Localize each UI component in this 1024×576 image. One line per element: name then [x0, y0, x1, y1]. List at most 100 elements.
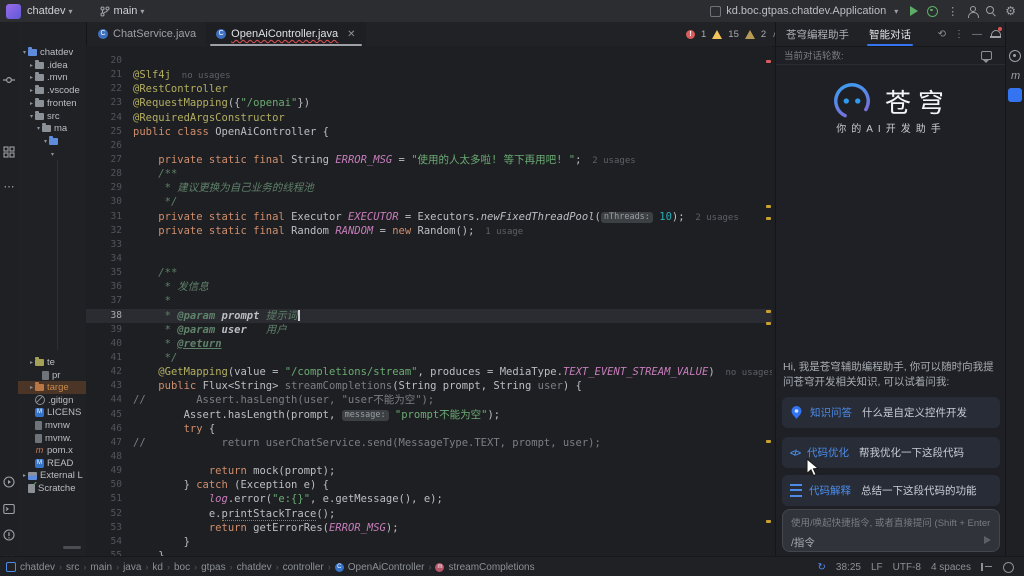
tree-chevron-icon[interactable]: ▸ [28, 384, 35, 391]
code-line-29[interactable]: 29 * 建议更换为自己业务的线程池 [86, 181, 772, 195]
breadcrumb-item[interactable]: main [90, 562, 112, 573]
breadcrumb-item[interactable]: chatdev [237, 562, 272, 573]
tree-chevron-icon[interactable]: ▸ [28, 62, 35, 69]
tree-chevron-icon[interactable]: ▾ [28, 113, 35, 120]
tree-item-scratche[interactable]: Scratche [18, 482, 86, 495]
code-line-30[interactable]: 30 */ [86, 195, 772, 209]
code-line-53[interactable]: 53 return getErrorRes(ERROR_MSG); [86, 521, 772, 535]
tree-chevron-icon[interactable]: ▸ [28, 100, 35, 107]
close-icon[interactable]: ✕ [347, 29, 355, 40]
tree-item-pomx[interactable]: mpom.x [18, 444, 86, 457]
code-line-35[interactable]: 35 /** [86, 266, 772, 280]
breadcrumb-item[interactable]: OpenAiController [348, 562, 425, 573]
problems-icon[interactable] [3, 529, 15, 541]
breadcrumb-item[interactable]: boc [174, 562, 190, 573]
line-separator[interactable]: LF [871, 562, 883, 573]
tab-chatservice[interactable]: C ChatService.java [88, 22, 206, 46]
code-line-51[interactable]: 51 log.error("e:{}", e.getMessage(), e); [86, 492, 772, 506]
tree-chevron-icon[interactable]: ▸ [28, 87, 35, 94]
suggestion-card-knowledge[interactable]: 知识问答 什么是自定义控件开发 [782, 397, 1000, 428]
caret-position[interactable]: 38:25 [836, 562, 861, 573]
error-stripe-mark[interactable] [766, 520, 771, 523]
tree-chevron-icon[interactable]: ▾ [42, 138, 49, 145]
tree-item-src[interactable]: ▾src [18, 110, 86, 123]
tree-item[interactable]: ▾ [18, 148, 86, 161]
code-line-47[interactable]: 47// return userChatService.send(Message… [86, 436, 772, 450]
code-line-31[interactable]: 31 private static final Executor EXECUTO… [86, 210, 772, 224]
code-line-22[interactable]: 22@RestController [86, 82, 772, 96]
breadcrumb-item[interactable]: chatdev [20, 562, 55, 573]
tree-item-ma[interactable]: ▾ma [18, 122, 86, 135]
tree-item-te[interactable]: ▸te [18, 356, 86, 369]
breadcrumb-item[interactable]: controller [283, 562, 324, 573]
breadcrumb-item[interactable]: kd [152, 562, 163, 573]
code-line-26[interactable]: 26 [86, 139, 772, 153]
branch-selector[interactable]: main ▾ [114, 5, 148, 17]
chat-input[interactable]: 使用/唤起快捷指令, 或者直接提问 (Shift + Enter 换行) /指令 [782, 509, 1000, 552]
tree-item-mvnw[interactable]: mvnw [18, 419, 86, 432]
tree-item-licens[interactable]: MLICENS [18, 406, 86, 419]
code-line-23[interactable]: 23@RequestMapping({"/openai"}) [86, 96, 772, 110]
code-line-33[interactable]: 33 [86, 238, 772, 252]
tree-item-fronten[interactable]: ▸fronten [18, 97, 86, 110]
code-line-55[interactable]: 55 } [86, 549, 772, 556]
tree-item-idea[interactable]: ▸.idea [18, 59, 86, 72]
code-line-41[interactable]: 41 */ [86, 351, 772, 365]
tree-item-mvnw[interactable]: mvnw. [18, 432, 86, 445]
more-tool-windows-icon[interactable]: ⋯ [3, 180, 15, 192]
code-line-42[interactable]: 42 @GetMapping(value = "/completions/str… [86, 365, 772, 379]
file-encoding[interactable]: UTF-8 [893, 562, 921, 573]
tree-item-gitign[interactable]: .gitign [18, 394, 86, 407]
tree-item-vscode[interactable]: ▸.vscode [18, 84, 86, 97]
minimize-icon[interactable]: — [972, 29, 982, 40]
tree-chevron-icon[interactable]: ▾ [49, 151, 56, 158]
suggestion-card-explain[interactable]: 代码解释 总结一下这段代码的功能 [782, 475, 1000, 506]
terminal-icon[interactable] [3, 503, 15, 515]
maven-tool-icon[interactable]: m [1011, 70, 1020, 82]
code-line-28[interactable]: 28 /** [86, 167, 772, 181]
tree-item-externall[interactable]: ▸External L [18, 469, 86, 482]
commit-icon[interactable] [3, 74, 15, 86]
settings-gear-icon[interactable]: ⚙ [1005, 5, 1016, 17]
code-line-24[interactable]: 24@RequiredArgsConstructor [86, 111, 772, 125]
tree-item-chatdev[interactable]: ▾chatdev [18, 46, 86, 59]
notification-bell-icon[interactable] [990, 29, 1000, 39]
code-line-45[interactable]: 45 Assert.hasLength(prompt, message: "pr… [86, 408, 772, 422]
code-line-49[interactable]: 49 return mock(prompt); [86, 464, 772, 478]
run-button[interactable] [910, 6, 918, 16]
run-configuration[interactable]: kd.boc.gtpas.chatdev.Application ▾ [710, 5, 901, 17]
code-line-36[interactable]: 36 * 发信息 [86, 280, 772, 294]
more-actions-icon[interactable]: ⋮ [947, 5, 958, 18]
tree-scrollbar[interactable] [63, 546, 81, 549]
code-line-37[interactable]: 37 * [86, 294, 772, 308]
tree-chevron-icon[interactable]: ▾ [21, 49, 28, 56]
code-line-32[interactable]: 32 private static final Random RANDOM = … [86, 224, 772, 238]
tree-item-pr[interactable]: pr [18, 369, 86, 382]
tree-chevron-icon[interactable]: ▸ [28, 359, 35, 366]
new-chat-icon[interactable] [981, 51, 992, 60]
tree-chevron-icon[interactable]: ▸ [21, 472, 28, 479]
code-line-39[interactable]: 39 * @param user 用户 [86, 323, 772, 337]
code-line-20[interactable]: 20 [86, 54, 772, 68]
tree-chevron-icon[interactable]: ▾ [35, 125, 42, 132]
account-icon[interactable] [967, 6, 977, 16]
code-editor[interactable]: 2021@Slf4j no usages22@RestController23@… [86, 46, 772, 556]
code-line-50[interactable]: 50 } catch (Exception e) { [86, 478, 772, 492]
code-line-46[interactable]: 46 try { [86, 422, 772, 436]
search-icon[interactable] [986, 6, 996, 16]
error-stripe-mark[interactable] [766, 60, 771, 63]
send-icon[interactable] [984, 536, 991, 544]
breadcrumb-item[interactable]: src [66, 562, 79, 573]
tree-item-targe[interactable]: ▸targe [18, 381, 86, 394]
tab-openaicontroller[interactable]: C OpenAiController.java ✕ [206, 22, 365, 46]
panel-options-icon[interactable]: ⋮ [954, 29, 964, 40]
notifications-icon[interactable] [1009, 50, 1021, 62]
suggestion-card-optimize[interactable]: </> 代码优化 帮我优化一下这段代码 [782, 437, 1000, 468]
error-stripe-mark[interactable] [766, 217, 771, 220]
code-line-38[interactable]: 38 * @param prompt 提示词 [86, 309, 772, 323]
code-line-34[interactable]: 34 [86, 252, 772, 266]
code-line-54[interactable]: 54 } [86, 535, 772, 549]
breadcrumb-item[interactable]: streamCompletions [448, 562, 534, 573]
breadcrumb[interactable]: chatdev›src›main›java›kd›boc›gtpas›chatd… [0, 562, 535, 573]
tab-smart-chat[interactable]: 智能对话 [859, 22, 921, 46]
